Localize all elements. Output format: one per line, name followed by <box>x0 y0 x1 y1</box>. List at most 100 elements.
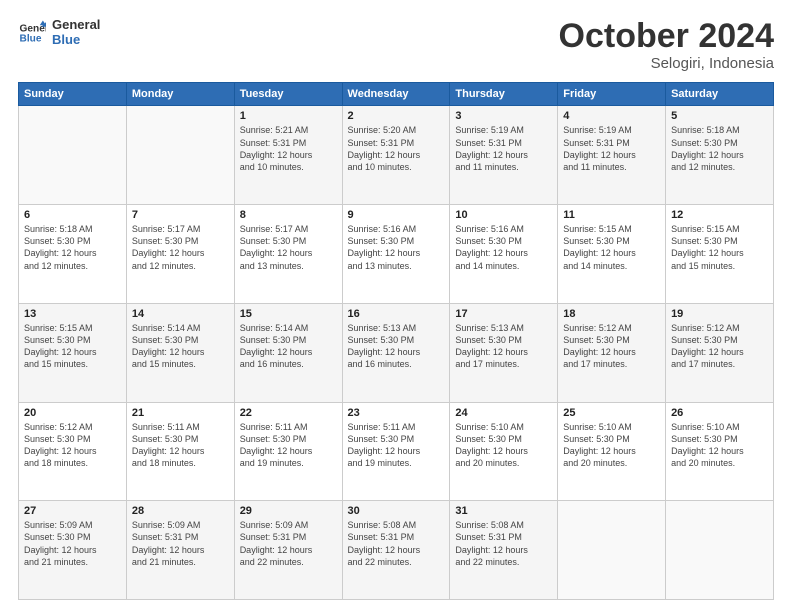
day-cell: 16Sunrise: 5:13 AM Sunset: 5:30 PM Dayli… <box>342 303 450 402</box>
page-subtitle: Selogiri, Indonesia <box>559 55 774 72</box>
day-cell: 13 Sunrise: 5:15 AM Sunset: 5:30 PM Dayli… <box>19 303 127 402</box>
day-cell: 29Sunrise: 5:09 AM Sunset: 5:31 PM Dayli… <box>234 501 342 600</box>
logo-general: General <box>52 18 100 33</box>
day-info: Sunrise: 5:17 AM Sunset: 5:30 PM Dayligh… <box>132 223 229 272</box>
day-info: Sunrise: 5:15 AM Sunset: 5:30 PM Dayligh… <box>671 223 768 272</box>
day-number: 12 <box>671 209 768 221</box>
header-row: SundayMondayTuesdayWednesdayThursdayFrid… <box>19 83 774 106</box>
day-cell: 7 Sunrise: 5:17 AM Sunset: 5:30 PM Daylig… <box>126 205 234 304</box>
day-number: 18 <box>563 308 660 320</box>
col-header-sunday: Sunday <box>19 83 127 106</box>
day-cell: 1Sunrise: 5:21 AM Sunset: 5:31 PM Daylig… <box>234 106 342 205</box>
day-cell: 20 Sunrise: 5:12 AM Sunset: 5:30 PM Dayli… <box>19 402 127 501</box>
day-info: Sunrise: 5:10 AM Sunset: 5:30 PM Dayligh… <box>563 421 660 470</box>
day-number: 25 <box>563 407 660 419</box>
day-cell: 9 Sunrise: 5:16 AM Sunset: 5:30 PM Daylig… <box>342 205 450 304</box>
day-cell: 19 Sunrise: 5:12 AM Sunset: 5:30 PM Dayli… <box>666 303 774 402</box>
day-cell: 24 Sunrise: 5:10 AM Sunset: 5:30 PM Dayli… <box>450 402 558 501</box>
calendar-header: SundayMondayTuesdayWednesdayThursdayFrid… <box>19 83 774 106</box>
day-info: Sunrise: 5:14 AM Sunset: 5:30 PM Dayligh… <box>132 322 229 371</box>
day-info: Sunrise: 5:11 AM Sunset: 5:30 PM Dayligh… <box>348 421 445 470</box>
col-header-wednesday: Wednesday <box>342 83 450 106</box>
page-title: October 2024 <box>559 18 774 55</box>
week-row-1: 6 Sunrise: 5:18 AM Sunset: 5:30 PM Daylig… <box>19 205 774 304</box>
day-cell: 11Sunrise: 5:15 AM Sunset: 5:30 PM Dayli… <box>558 205 666 304</box>
day-info: Sunrise: 5:12 AM Sunset: 5:30 PM Dayligh… <box>563 322 660 371</box>
day-info: Sunrise: 5:13 AM Sunset: 5:30 PM Dayligh… <box>455 322 552 371</box>
day-cell: 23 Sunrise: 5:11 AM Sunset: 5:30 PM Dayli… <box>342 402 450 501</box>
day-cell: 4 Sunrise: 5:19 AM Sunset: 5:31 PM Daylig… <box>558 106 666 205</box>
day-number: 24 <box>455 407 552 419</box>
calendar-table: SundayMondayTuesdayWednesdayThursdayFrid… <box>18 82 774 600</box>
day-info: Sunrise: 5:19 AM Sunset: 5:31 PM Dayligh… <box>563 124 660 173</box>
day-info: Sunrise: 5:12 AM Sunset: 5:30 PM Dayligh… <box>671 322 768 371</box>
day-info: Sunrise: 5:10 AM Sunset: 5:30 PM Dayligh… <box>671 421 768 470</box>
day-number: 4 <box>563 110 660 122</box>
day-number: 14 <box>132 308 229 320</box>
day-number: 21 <box>132 407 229 419</box>
day-info: Sunrise: 5:18 AM Sunset: 5:30 PM Dayligh… <box>24 223 121 272</box>
calendar: SundayMondayTuesdayWednesdayThursdayFrid… <box>18 82 774 600</box>
day-cell: 17 Sunrise: 5:13 AM Sunset: 5:30 PM Dayli… <box>450 303 558 402</box>
title-block: October 2024 Selogiri, Indonesia <box>559 18 774 72</box>
day-cell: 18 Sunrise: 5:12 AM Sunset: 5:30 PM Dayli… <box>558 303 666 402</box>
day-cell: 10Sunrise: 5:16 AM Sunset: 5:30 PM Dayli… <box>450 205 558 304</box>
day-info: Sunrise: 5:08 AM Sunset: 5:31 PM Dayligh… <box>348 519 445 568</box>
day-number: 6 <box>24 209 121 221</box>
day-info: Sunrise: 5:17 AM Sunset: 5:30 PM Dayligh… <box>240 223 337 272</box>
day-info: Sunrise: 5:15 AM Sunset: 5:30 PM Dayligh… <box>24 322 121 371</box>
day-number: 9 <box>348 209 445 221</box>
day-info: Sunrise: 5:14 AM Sunset: 5:30 PM Dayligh… <box>240 322 337 371</box>
day-info: Sunrise: 5:11 AM Sunset: 5:30 PM Dayligh… <box>132 421 229 470</box>
day-info: Sunrise: 5:21 AM Sunset: 5:31 PM Dayligh… <box>240 124 337 173</box>
calendar-body: 1Sunrise: 5:21 AM Sunset: 5:31 PM Daylig… <box>19 106 774 600</box>
day-cell <box>19 106 127 205</box>
week-row-3: 20 Sunrise: 5:12 AM Sunset: 5:30 PM Dayli… <box>19 402 774 501</box>
day-number: 3 <box>455 110 552 122</box>
day-cell: 12 Sunrise: 5:15 AM Sunset: 5:30 PM Dayli… <box>666 205 774 304</box>
day-info: Sunrise: 5:09 AM Sunset: 5:31 PM Dayligh… <box>132 519 229 568</box>
day-number: 2 <box>348 110 445 122</box>
day-info: Sunrise: 5:11 AM Sunset: 5:30 PM Dayligh… <box>240 421 337 470</box>
col-header-monday: Monday <box>126 83 234 106</box>
day-cell: 31 Sunrise: 5:08 AM Sunset: 5:31 PM Dayli… <box>450 501 558 600</box>
day-cell <box>666 501 774 600</box>
day-cell: 30 Sunrise: 5:08 AM Sunset: 5:31 PM Dayli… <box>342 501 450 600</box>
day-number: 17 <box>455 308 552 320</box>
day-info: Sunrise: 5:16 AM Sunset: 5:30 PM Dayligh… <box>348 223 445 272</box>
logo-blue: Blue <box>52 33 100 48</box>
week-row-2: 13 Sunrise: 5:15 AM Sunset: 5:30 PM Dayli… <box>19 303 774 402</box>
day-cell: 5 Sunrise: 5:18 AM Sunset: 5:30 PM Daylig… <box>666 106 774 205</box>
day-cell: 15Sunrise: 5:14 AM Sunset: 5:30 PM Dayli… <box>234 303 342 402</box>
logo-icon: General Blue <box>18 19 46 47</box>
day-info: Sunrise: 5:08 AM Sunset: 5:31 PM Dayligh… <box>455 519 552 568</box>
day-cell: 25 Sunrise: 5:10 AM Sunset: 5:30 PM Dayli… <box>558 402 666 501</box>
day-cell: 28 Sunrise: 5:09 AM Sunset: 5:31 PM Dayli… <box>126 501 234 600</box>
col-header-thursday: Thursday <box>450 83 558 106</box>
day-info: Sunrise: 5:12 AM Sunset: 5:30 PM Dayligh… <box>24 421 121 470</box>
day-info: Sunrise: 5:10 AM Sunset: 5:30 PM Dayligh… <box>455 421 552 470</box>
day-number: 8 <box>240 209 337 221</box>
day-info: Sunrise: 5:20 AM Sunset: 5:31 PM Dayligh… <box>348 124 445 173</box>
day-info: Sunrise: 5:09 AM Sunset: 5:30 PM Dayligh… <box>24 519 121 568</box>
day-number: 26 <box>671 407 768 419</box>
day-number: 5 <box>671 110 768 122</box>
day-number: 19 <box>671 308 768 320</box>
day-number: 7 <box>132 209 229 221</box>
day-number: 31 <box>455 505 552 517</box>
day-number: 28 <box>132 505 229 517</box>
day-cell: 27Sunrise: 5:09 AM Sunset: 5:30 PM Dayli… <box>19 501 127 600</box>
day-number: 20 <box>24 407 121 419</box>
page: General Blue General Blue October 2024 S… <box>0 0 792 612</box>
day-cell: 6 Sunrise: 5:18 AM Sunset: 5:30 PM Daylig… <box>19 205 127 304</box>
day-info: Sunrise: 5:15 AM Sunset: 5:30 PM Dayligh… <box>563 223 660 272</box>
day-cell: 26 Sunrise: 5:10 AM Sunset: 5:30 PM Dayli… <box>666 402 774 501</box>
day-info: Sunrise: 5:16 AM Sunset: 5:30 PM Dayligh… <box>455 223 552 272</box>
col-header-tuesday: Tuesday <box>234 83 342 106</box>
day-number: 13 <box>24 308 121 320</box>
day-number: 30 <box>348 505 445 517</box>
day-cell: 2 Sunrise: 5:20 AM Sunset: 5:31 PM Daylig… <box>342 106 450 205</box>
day-cell: 22Sunrise: 5:11 AM Sunset: 5:30 PM Dayli… <box>234 402 342 501</box>
day-info: Sunrise: 5:18 AM Sunset: 5:30 PM Dayligh… <box>671 124 768 173</box>
day-number: 23 <box>348 407 445 419</box>
